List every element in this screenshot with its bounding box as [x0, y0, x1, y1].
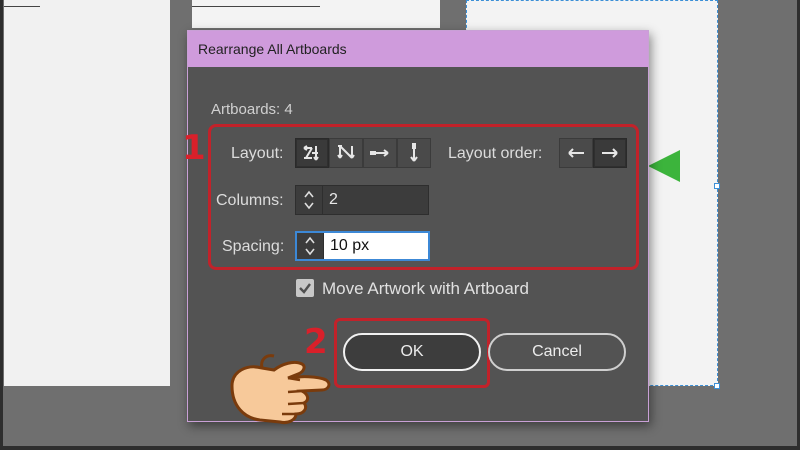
frame-border: [0, 0, 3, 450]
dialog-title[interactable]: Rearrange All Artboards: [188, 31, 648, 67]
selection-handle[interactable]: [714, 183, 720, 189]
step-number-1: 1: [182, 128, 206, 168]
pointing-hand-icon: [222, 346, 332, 441]
cancel-button[interactable]: Cancel: [488, 333, 626, 371]
arrange-by-column-icon[interactable]: [397, 138, 431, 168]
left-to-right-icon[interactable]: [559, 138, 593, 168]
layout-button-group: [295, 138, 431, 168]
artboards-count: Artboards: 4: [211, 101, 293, 118]
columns-label: Columns:: [216, 192, 284, 209]
columns-value[interactable]: 2: [323, 191, 338, 209]
grid-by-column-icon[interactable]: [329, 138, 363, 168]
spacing-label: Spacing:: [222, 238, 285, 255]
right-to-left-icon[interactable]: [593, 138, 627, 168]
layout-order-button-group: [559, 138, 627, 168]
layout-order-label: Layout order:: [448, 145, 543, 162]
artboard-edge: [4, 0, 40, 7]
layout-label: Layout:: [231, 145, 284, 162]
spacing-stepper[interactable]: 10 px: [295, 231, 430, 261]
columns-stepper[interactable]: 2: [295, 185, 429, 215]
spinner-arrows-icon[interactable]: [296, 186, 323, 214]
move-artwork-checkbox[interactable]: [296, 279, 314, 297]
arrange-by-row-icon[interactable]: [363, 138, 397, 168]
artboard-edge: [192, 0, 320, 7]
green-triangle-shape: [648, 150, 680, 182]
grid-by-row-icon[interactable]: [295, 138, 329, 168]
spacing-value[interactable]: 10 px: [324, 237, 369, 255]
artboard-left: [4, 0, 170, 386]
spinner-arrows-icon[interactable]: [297, 233, 324, 259]
frame-border: [0, 446, 800, 450]
move-artwork-label[interactable]: Move Artwork with Artboard: [322, 279, 529, 299]
ok-button[interactable]: OK: [343, 333, 481, 371]
selection-handle[interactable]: [714, 383, 720, 389]
